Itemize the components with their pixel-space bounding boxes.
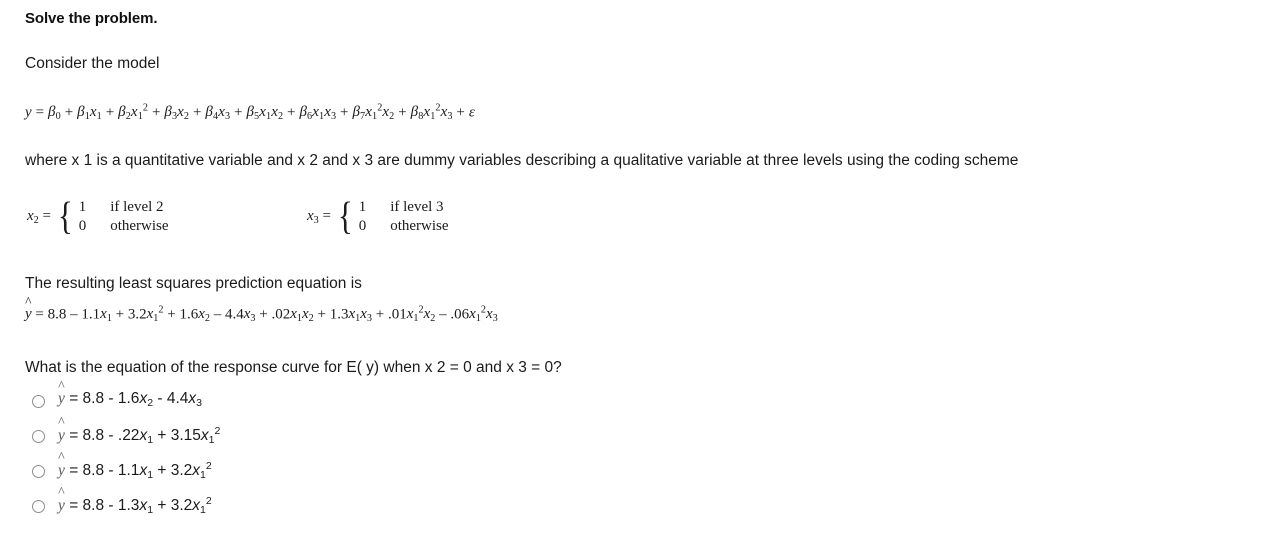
page-title: Solve the problem.: [25, 10, 158, 27]
coding-scheme-x2: x2 = { 1 if level 2 0 otherwise: [27, 195, 169, 238]
radio-button-icon[interactable]: [32, 430, 45, 443]
case-value: 1: [78, 198, 87, 215]
where-text: where x 1 is a quantitative variable and…: [25, 152, 1019, 169]
coding-scheme-x2-cases: 1 if level 2 0 otherwise: [79, 199, 169, 235]
coding-scheme-x3-cases: 1 if level 3 0 otherwise: [359, 199, 449, 235]
option-c-label: ^ y = 8.8 - 1.1x1 + 3.2x12: [58, 450, 212, 481]
option-d-label: ^ y = 8.8 - 1.3x1 + 3.2x12: [58, 485, 212, 516]
case-condition: otherwise: [110, 217, 169, 234]
question-text: What is the equation of the response cur…: [25, 359, 562, 376]
option-a-label: ^ y = 8.8 - 1.6x2 - 4.4x3: [58, 378, 202, 410]
case-value: 0: [358, 217, 367, 234]
answer-options: ^ y = 8.8 - 1.6x2 - 4.4x3 ^ y = 8.8 - .22x…: [32, 378, 221, 528]
case-value: 0: [78, 217, 87, 234]
coding-scheme-x2-label: x2 =: [27, 207, 51, 226]
case-value: 1: [358, 198, 367, 215]
problem-page: Solve the problem. Consider the model y …: [0, 0, 1288, 536]
option-d[interactable]: ^ y = 8.8 - 1.3x1 + 3.2x12: [32, 485, 220, 528]
model-equation: y = β0 + β1x1 + β2x12 + β3x2 + β4x3 + β5…: [25, 103, 475, 123]
brace-icon: {: [57, 195, 73, 238]
radio-button-icon[interactable]: [32, 395, 45, 408]
least-squares-intro: The resulting least squares prediction e…: [25, 275, 362, 292]
radio-button-icon[interactable]: [32, 500, 45, 513]
coding-scheme-x3-label: x3 =: [307, 207, 331, 226]
option-b-label: ^ y = 8.8 - .22x1 + 3.15x12: [58, 415, 221, 446]
case-condition: otherwise: [390, 217, 449, 234]
case-condition: if level 2: [110, 198, 164, 215]
brace-icon: {: [337, 195, 353, 238]
intro-text: Consider the model: [25, 55, 160, 72]
coding-scheme-x3: x3 = { 1 if level 3 0 otherwise: [307, 195, 449, 238]
prediction-equation: ^ y = 8.8 – 1.1x1 + 3.2x12 + 1.6x2 – 4.4x…: [25, 294, 498, 325]
radio-button-icon[interactable]: [32, 465, 45, 478]
case-condition: if level 3: [390, 198, 444, 215]
